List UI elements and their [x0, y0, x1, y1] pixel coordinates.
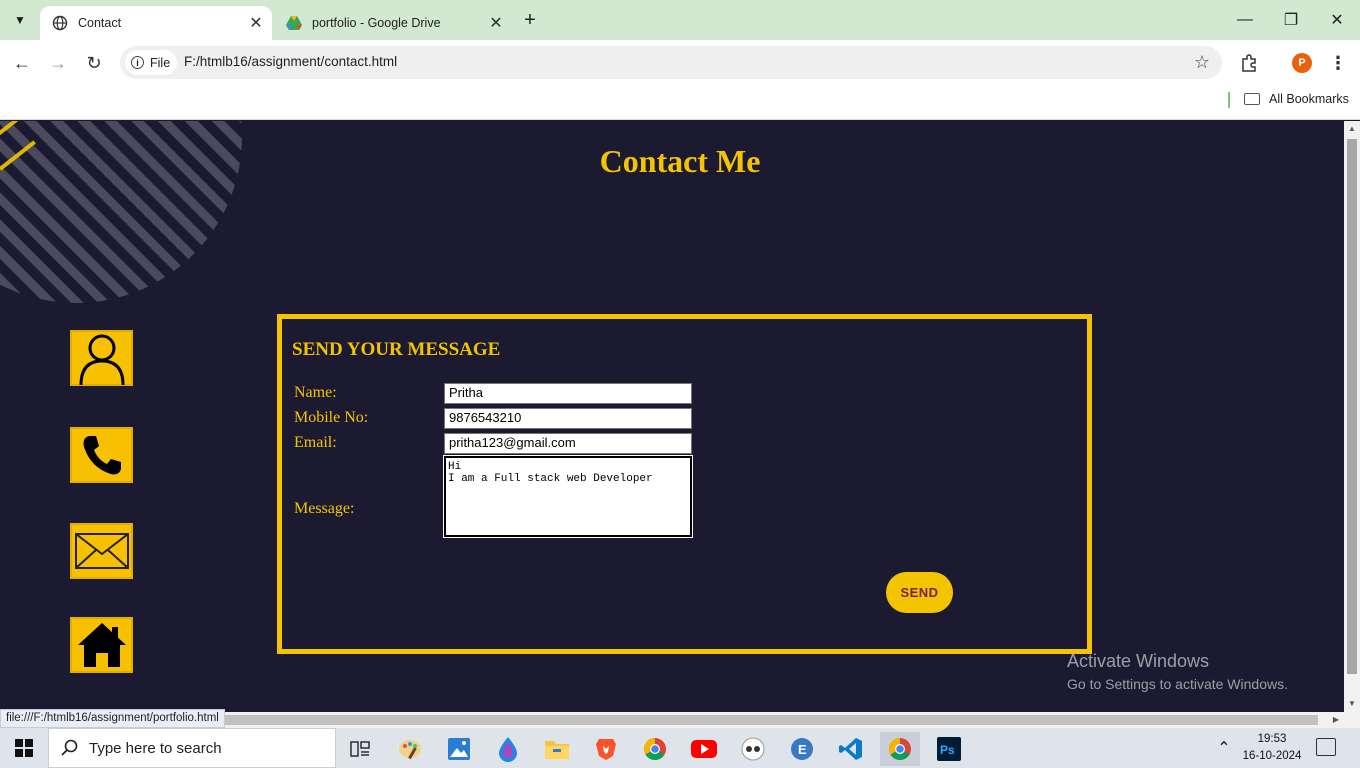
paint-app-icon[interactable] [390, 732, 430, 766]
file-explorer-icon[interactable] [537, 732, 577, 766]
search-placeholder: Type here to search [89, 739, 222, 757]
bookmark-star-icon[interactable]: ☆ [1194, 52, 1210, 73]
name-field[interactable]: Pritha [444, 383, 692, 404]
email-label: Email: [294, 434, 337, 451]
mobile-label: Mobile No: [294, 409, 369, 426]
scrollbar-corner [1344, 712, 1360, 728]
minimize-button[interactable]: — [1222, 0, 1268, 40]
vscode-icon[interactable] [831, 732, 871, 766]
search-icon [61, 739, 78, 756]
menu-kebab-icon[interactable]: ⋮ [1323, 48, 1353, 78]
url-text[interactable]: F:/htmlb16/assignment/contact.html [184, 54, 397, 69]
scroll-right-icon[interactable]: ▶ [1328, 712, 1344, 728]
page-viewport: Contact Me SEND YOUR MESSAGE Name: Prith… [0, 121, 1344, 712]
close-tab-icon[interactable]: ✕ [486, 13, 506, 33]
page-title: Contact Me [599, 143, 761, 179]
bookmarks-bar: All Bookmarks [0, 86, 1360, 120]
edge-app-icon[interactable]: E [782, 732, 822, 766]
windows-start-button[interactable] [0, 728, 48, 768]
photoshop-icon[interactable]: Ps [929, 732, 969, 766]
windows-taskbar: Type here to search E Ps ⌃ 19:53 16-10-2… [0, 728, 1360, 768]
tab-strip: ▼ Contact ✕ portfolio - Google Drive ✕ +… [0, 0, 1360, 40]
close-window-button[interactable]: ✕ [1314, 0, 1360, 40]
notification-center-icon[interactable] [1316, 738, 1336, 756]
reload-button[interactable]: ↻ [79, 48, 109, 78]
avatar: P [1292, 53, 1312, 73]
info-icon: i [131, 56, 144, 69]
chevron-down-icon: ▼ [14, 13, 26, 27]
tab-google-drive[interactable]: portfolio - Google Drive ✕ [276, 6, 512, 40]
email-field[interactable]: pritha123@gmail.com [444, 433, 692, 454]
all-bookmarks-label: All Bookmarks [1269, 92, 1349, 106]
extensions-icon[interactable] [1234, 48, 1264, 78]
activate-windows-watermark: Activate Windows Go to Settings to activ… [1067, 651, 1288, 692]
address-bar[interactable]: i File F:/htmlb16/assignment/contact.htm… [120, 46, 1222, 79]
tab-title: Contact [78, 16, 122, 30]
brave-browser-icon[interactable] [586, 732, 626, 766]
photos-app-icon[interactable] [439, 732, 479, 766]
scroll-up-icon[interactable]: ▲ [1344, 121, 1360, 137]
scroll-down-icon[interactable]: ▼ [1344, 696, 1360, 712]
svg-text:E: E [798, 742, 807, 757]
status-url-bubble: file:///F:/htmlb16/assignment/portfolio.… [0, 709, 225, 728]
media-app-icon[interactable] [733, 732, 773, 766]
show-hidden-icons-chevron-icon[interactable]: ⌃ [1212, 728, 1236, 768]
scroll-thumb[interactable] [1347, 139, 1357, 674]
watermark-subtitle: Go to Settings to activate Windows. [1067, 676, 1288, 692]
profile-avatar[interactable]: P [1287, 48, 1317, 78]
vertical-scrollbar[interactable]: ▲ ▼ [1344, 121, 1360, 712]
taskbar-search[interactable]: Type here to search [48, 728, 336, 768]
browser-toolbar: ← → ↻ i File F:/htmlb16/assignment/conta… [0, 40, 1360, 86]
person-icon[interactable] [70, 330, 133, 386]
message-textarea[interactable]: Hi I am a Full stack web Developer [443, 455, 693, 538]
mail-icon[interactable] [70, 523, 133, 579]
clock-date: 16-10-2024 [1242, 750, 1302, 762]
edge-dev-icon[interactable] [488, 732, 528, 766]
tab-contact[interactable]: Contact ✕ [40, 6, 272, 40]
mobile-field[interactable]: 9876543210 [444, 408, 692, 429]
restore-button[interactable]: ❐ [1268, 0, 1314, 40]
scheme-label: File [150, 55, 171, 70]
svg-text:Ps: Ps [940, 743, 955, 757]
task-view-icon[interactable] [340, 732, 380, 766]
all-bookmarks-button[interactable]: All Bookmarks [1244, 92, 1349, 106]
tab-search-button[interactable]: ▼ [8, 8, 32, 32]
tab-title: portfolio - Google Drive [312, 16, 441, 30]
bookmarks-separator [1228, 92, 1230, 108]
back-button[interactable]: ← [7, 48, 37, 78]
message-label: Message: [294, 500, 355, 517]
windows-logo-icon [15, 739, 33, 757]
watermark-title: Activate Windows [1067, 651, 1210, 671]
clock-time: 19:53 [1257, 733, 1287, 745]
google-drive-icon [286, 15, 302, 31]
globe-icon [52, 15, 68, 31]
taskbar-clock[interactable]: 19:53 16-10-2024 [1238, 731, 1306, 765]
chrome-active-icon[interactable] [880, 732, 920, 766]
youtube-icon[interactable] [684, 732, 724, 766]
forward-button[interactable]: → [43, 48, 73, 78]
chrome-icon[interactable] [635, 732, 675, 766]
new-tab-button[interactable]: + [518, 9, 542, 33]
site-info-chip[interactable]: i File [125, 50, 177, 75]
home-icon[interactable] [70, 617, 133, 673]
close-tab-icon[interactable]: ✕ [246, 13, 266, 33]
name-label: Name: [294, 384, 337, 401]
message-form-box: SEND YOUR MESSAGE Name: Pritha Mobile No… [277, 314, 1092, 654]
form-heading: SEND YOUR MESSAGE [292, 339, 501, 360]
send-button[interactable]: SEND [886, 572, 953, 613]
folder-icon [1244, 93, 1260, 105]
phone-icon[interactable] [70, 427, 133, 483]
